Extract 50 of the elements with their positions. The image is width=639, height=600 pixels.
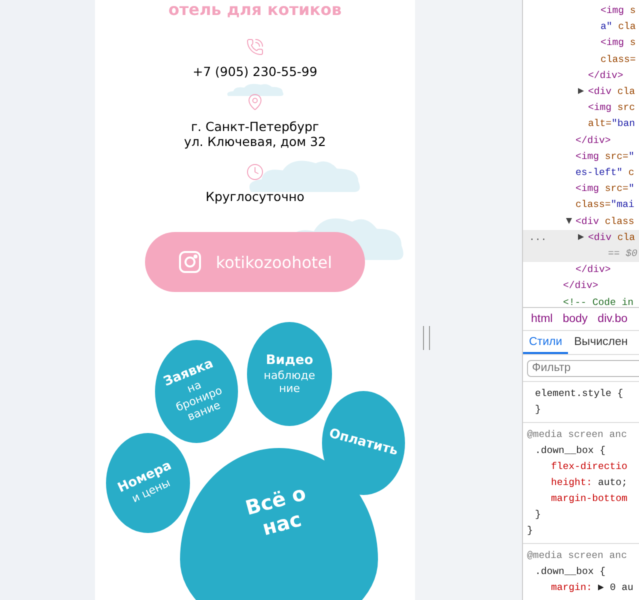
- panel-tab[interactable]: Вычислен: [568, 330, 634, 354]
- dom-node[interactable]: <img src: [523, 100, 639, 116]
- style-line: height: auto;: [550, 476, 628, 490]
- dom-node[interactable]: class=: [523, 52, 639, 68]
- style-line: }: [527, 524, 534, 538]
- dom-node[interactable]: <img src=": [523, 181, 639, 198]
- style-line: margin: ▶ 0 au: [550, 581, 634, 595]
- cloud-drawing: [225, 82, 285, 96]
- style-line: .down__box {: [534, 565, 607, 579]
- dom-node[interactable]: <img src=": [523, 148, 639, 166]
- dom-node[interactable]: <!-- Code in: [523, 294, 639, 307]
- instagram-icon: [178, 250, 202, 274]
- style-line: @media screen anc: [527, 428, 628, 442]
- contact-text: Круглосуточно: [206, 189, 304, 204]
- dom-node[interactable]: <div cla: [523, 84, 639, 100]
- dom-node[interactable]: <img s: [523, 35, 639, 52]
- clock-icon: [246, 163, 264, 181]
- dom-node[interactable]: class="mai: [523, 197, 639, 214]
- style-line: }: [534, 508, 542, 522]
- dom-node[interactable]: </div>: [523, 68, 639, 84]
- style-line: .down__box {: [534, 444, 607, 458]
- style-line: @media screen anc: [527, 549, 628, 563]
- resize-handle[interactable]: [423, 326, 430, 350]
- breadcrumb-link[interactable]: div.bo: [598, 312, 628, 325]
- node-reference-text: == $0: [523, 246, 639, 262]
- dom-node[interactable]: </div>: [523, 262, 639, 278]
- dom-node[interactable]: </div>: [523, 132, 639, 149]
- expanded-caret-icon[interactable]: [566, 218, 572, 224]
- dom-node[interactable]: alt="ban: [523, 116, 639, 133]
- breadcrumb-link[interactable]: body: [562, 312, 588, 325]
- hotel-tagline: отель для котиков: [168, 0, 342, 20]
- collapsed-caret-icon[interactable]: [578, 234, 584, 240]
- collapsed-caret-icon[interactable]: [578, 88, 584, 94]
- breadcrumb-link[interactable]: html: [531, 312, 553, 325]
- dom-node[interactable]: </div>: [523, 278, 639, 295]
- location-pin-icon: [246, 93, 264, 111]
- style-line: element.style {: [534, 387, 624, 401]
- style-line: }: [534, 403, 542, 417]
- dom-node[interactable]: <div class: [523, 214, 639, 230]
- contact-text: +7 (905) 230-55-99: [192, 64, 318, 79]
- dom-node[interactable]: es-left" c: [523, 165, 639, 182]
- selected-dom-node[interactable]: ... <div cla: [523, 230, 639, 246]
- panel-tab[interactable]: Стили: [523, 330, 568, 354]
- contact-text: г. Санкт-Петербург ул. Ключевая, дом 32: [184, 119, 326, 149]
- dom-node[interactable]: a" cla: [523, 19, 639, 36]
- style-line: margin-bottom: [550, 492, 628, 506]
- filter-field[interactable]: Фильтр: [527, 360, 639, 377]
- phone-icon: [246, 38, 264, 56]
- dom-node[interactable]: <img s: [523, 3, 639, 20]
- style-line: flex-directio: [550, 460, 628, 474]
